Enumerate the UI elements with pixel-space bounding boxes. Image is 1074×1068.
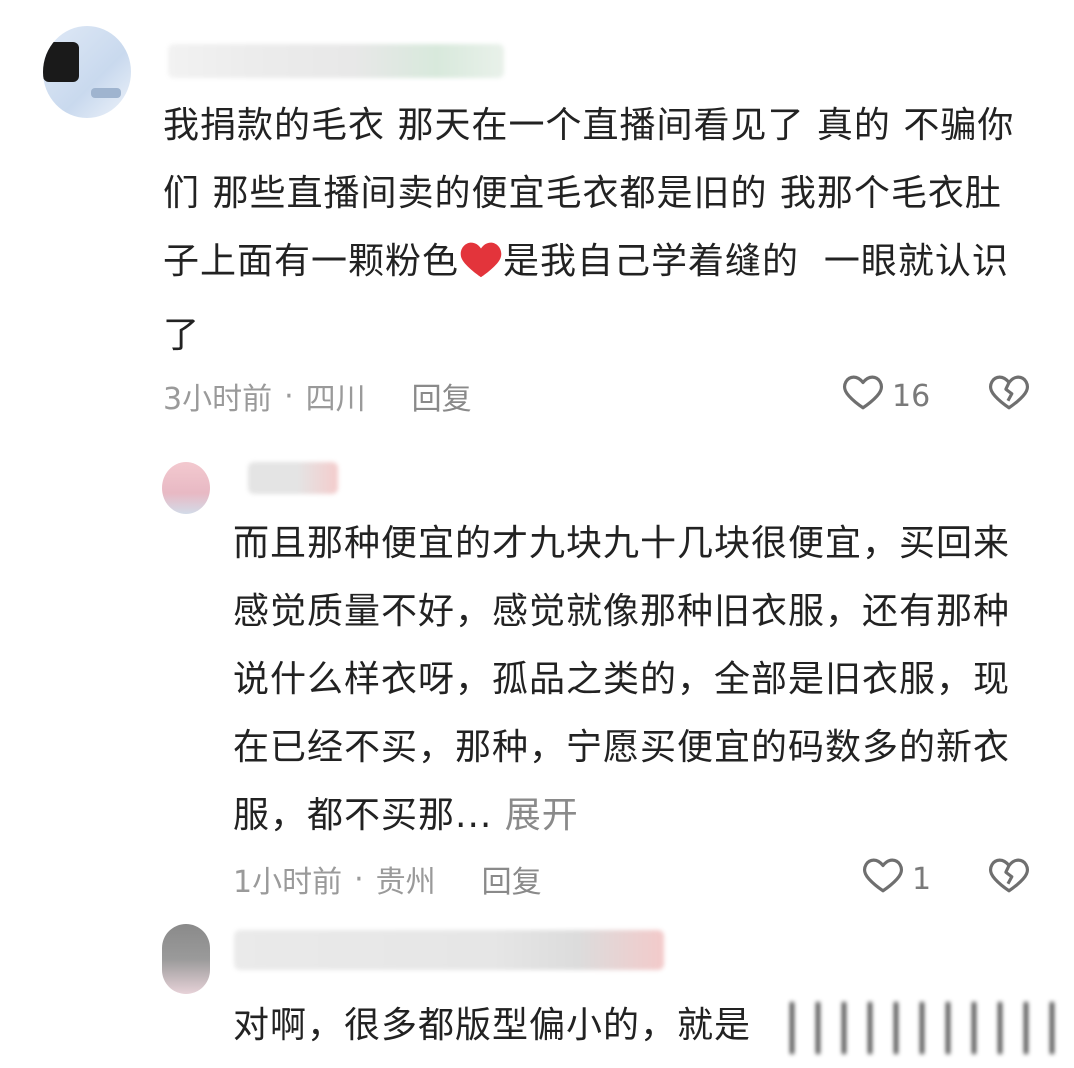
like-count: 16 [892, 378, 931, 414]
broken-heart-icon[interactable] [988, 855, 1030, 899]
expand-link[interactable]: 展开 [505, 795, 579, 836]
like-button[interactable]: 1 [862, 855, 931, 903]
timestamp: 1小时前 [233, 865, 343, 900]
comment-3: 对啊，很多都版型偏小的，就是 [0, 910, 1074, 1068]
comment-text: 我捐款的毛衣 那天在一个直播间看见了 真的 不骗你们 那些直播间卖的便宜毛衣都是… [163, 105, 1015, 356]
like-count: 1 [912, 861, 932, 897]
separator: · [284, 378, 294, 414]
like-button[interactable]: 16 [842, 372, 930, 420]
comment-meta: 1小时前 · 贵州 回复 [233, 857, 542, 901]
comment-meta: 3小时前 · 四川 回复 [163, 374, 472, 418]
username-redacted[interactable] [248, 462, 338, 494]
timestamp: 3小时前 [163, 382, 273, 417]
avatar[interactable] [162, 462, 210, 514]
comment-text: 而且那种便宜的才九块九十几块很便宜，买回来感觉质量不好，感觉就像那种旧衣服，还有… [233, 523, 1011, 836]
avatar[interactable] [162, 924, 210, 994]
location: 四川 [305, 382, 366, 417]
username-redacted[interactable] [168, 44, 504, 78]
heart-outline-icon [862, 855, 904, 903]
heart-outline-icon [842, 372, 884, 420]
comment-text: 对啊，很多都版型偏小的，就是 [233, 1005, 752, 1046]
comment-1: 我捐款的毛衣 那天在一个直播间看见了 真的 不骗你们 那些直播间卖的便宜毛衣都是… [0, 0, 1074, 450]
reply-button[interactable]: 回复 [412, 374, 472, 418]
location: 贵州 [375, 865, 436, 900]
broken-heart-icon[interactable] [988, 372, 1030, 416]
reply-button[interactable]: 回复 [482, 857, 542, 901]
red-heart-emoji [459, 234, 503, 302]
comment-2: 而且那种便宜的才九块九十几块很便宜，买回来感觉质量不好，感觉就像那种旧衣服，还有… [0, 450, 1074, 910]
avatar[interactable] [43, 26, 131, 118]
redacted-text [790, 1002, 1060, 1054]
username-redacted[interactable] [234, 930, 664, 970]
separator: · [354, 861, 364, 897]
